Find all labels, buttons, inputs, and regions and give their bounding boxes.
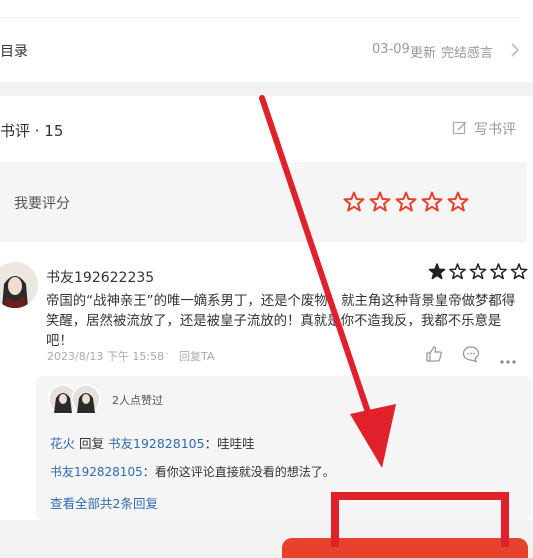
meta-separator: · [165,347,169,360]
chevron-right-icon [510,42,520,62]
comment-icon[interactable] [462,345,480,367]
rating-stars[interactable] [343,191,473,213]
top-panel: 目录 03-09 更新 完结感言 [0,0,533,82]
toc-update-label: 更新 [410,46,437,61]
reply-1-verb: 回复 [79,436,105,451]
comment-text: 帝国的“战神亲王”的唯一嫡系男丁，还是个废物！就主角这种背景皇帝做梦都得笑醒，居… [46,294,516,349]
reply-ta-link[interactable]: 回复TA [179,348,214,364]
rating-prompt: 我要评分 [14,196,70,212]
comment-star-5 [510,263,528,280]
toc-row[interactable]: 目录 03-09 更新 完结感言 [0,18,533,82]
comment-star-3 [469,263,487,280]
avatar[interactable] [0,262,38,308]
reviews-panel: 书评 · 15 写书评 我要评分 书友192622235 帝国的“战神亲王”的唯… [0,96,533,520]
reply-2-from[interactable]: 书友192828105 [50,465,143,479]
comment-star-4 [490,263,507,280]
edit-icon [452,120,468,140]
reply-box: 2人点赞过 花火 回复 书友192828105：哇哇哇 书友192828105：… [36,376,532,520]
comment-star-1 [428,263,446,280]
thumbs-up-icon[interactable] [425,345,443,367]
rating-box: 我要评分 [0,162,527,242]
rating-star-1[interactable] [343,191,365,212]
reply-1[interactable]: 花火 回复 书友192828105：哇哇哇 [50,433,255,452]
liker-avatars [48,384,104,414]
toc-label: 目录 [0,44,28,60]
reply-1-text: ：哇哇哇 [204,436,255,451]
reply-2-text: ：看你这评论直接就没看的想法了。 [142,465,335,479]
rating-star-5[interactable] [447,191,469,212]
reply-1-to[interactable]: 书友192828105 [108,436,205,451]
more-icon[interactable] [500,350,516,369]
bottom-action-button[interactable] [282,538,528,558]
likes-label: 2人点赞过 [112,394,163,407]
comment-star-2 [449,263,466,280]
view-all-replies[interactable]: 查看全部共2条回复 [50,493,158,512]
comment-item: 书友192622235 帝国的“战神亲王”的唯一嫡系男丁，还是个废物！就主角这种… [0,248,533,520]
comment-timestamp: 2023/8/13 下午 15:58 [47,350,165,363]
toc-date: 03-09 [372,42,410,57]
rating-star-2[interactable] [369,191,391,212]
write-review-label: 写书评 [474,122,516,138]
reply-1-from[interactable]: 花火 [50,436,75,451]
rating-star-4[interactable] [421,191,443,212]
reviews-title: 书评 · 15 [0,122,64,140]
reply-2[interactable]: 书友192828105：看你这评论直接就没看的想法了。 [50,463,335,480]
rating-star-3[interactable] [395,191,417,212]
comment-username[interactable]: 书友192622235 [46,267,154,287]
comment-stars [428,263,528,281]
toc-latest-chapter: 完结感言 [441,46,494,61]
